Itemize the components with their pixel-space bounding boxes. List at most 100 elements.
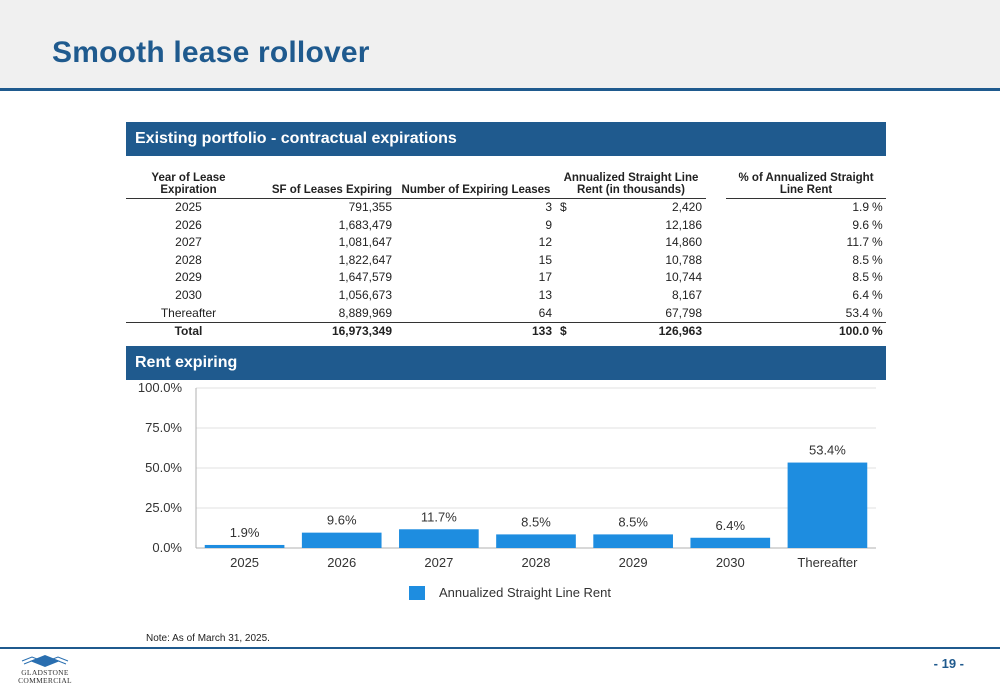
cell-dollar-sign <box>556 252 574 270</box>
logo-text-line2: COMMERCIAL <box>18 676 72 685</box>
table-section-header: Existing portfolio - contractual expirat… <box>126 122 886 156</box>
cell-spacer <box>706 234 726 252</box>
table-row: 2029 1,647,579 17 10,744 8.5% <box>126 269 886 287</box>
expirations-table: Year of Lease Expiration SF of Leases Ex… <box>126 158 887 341</box>
cell-rent: 12,186 <box>665 217 703 232</box>
legend-label: Annualized Straight Line Rent <box>439 585 612 600</box>
cell-pct: 8.5% <box>726 269 886 287</box>
cell-dollar-sign <box>556 217 574 235</box>
table-row: 2027 1,081,647 12 14,860 11.7% <box>126 234 886 252</box>
cell-dollar-sign <box>556 234 574 252</box>
table-row: 2026 1,683,479 9 12,186 9.6% <box>126 217 886 235</box>
cell-sf: 16,973,349 <box>251 322 396 341</box>
bar <box>690 537 771 548</box>
cell-pct-value: 9.6 <box>852 217 870 232</box>
cell-pct-unit: % <box>872 287 883 302</box>
cell-pct-unit: % <box>872 252 883 267</box>
cell-spacer <box>706 287 726 305</box>
page-title: Smooth lease rollover <box>52 36 370 69</box>
data-label: 6.4% <box>715 518 745 533</box>
table-row: 2028 1,822,647 15 10,788 8.5% <box>126 252 886 270</box>
x-tick-label: 2030 <box>716 555 745 570</box>
cell-spacer <box>706 305 726 323</box>
cell-num: 15 <box>538 252 552 267</box>
data-label: 8.5% <box>618 514 648 529</box>
bar <box>496 534 576 548</box>
bar <box>399 529 479 548</box>
cell-num: 3 <box>545 200 552 214</box>
x-tick-label: 2025 <box>230 555 259 570</box>
cell-rent: 67,798 <box>665 305 703 320</box>
cell-spacer <box>706 322 727 341</box>
footer-divider <box>0 647 1000 649</box>
cell-dollar-sign: $ <box>560 200 567 214</box>
data-label: 53.4% <box>809 443 846 458</box>
col-header-rent: Annualized Straight Line Rent (in thousa… <box>556 158 707 199</box>
table-body: 2025 791,355 3 $2,420 1.9% 2026 1,683,479 9 12,1… <box>126 199 887 341</box>
data-label: 1.9% <box>230 525 260 540</box>
cell-pct-unit: % <box>872 305 883 320</box>
page-number: - 19 - <box>933 656 964 671</box>
cell-num: 133 <box>396 322 556 341</box>
cell-num: 12 <box>538 235 552 250</box>
cell-rent: 10,744 <box>665 270 703 285</box>
cell-pct: 1.9% <box>726 199 886 217</box>
y-tick-label: 25.0% <box>145 500 182 515</box>
y-tick-label: 0.0% <box>152 540 182 555</box>
col-header-pct: % of Annualized Straight Line Rent <box>726 158 887 199</box>
data-label: 11.7% <box>421 509 457 524</box>
bar <box>593 534 673 548</box>
cell-dollar-sign: $ <box>556 322 574 341</box>
cell-sf: 1,822,647 <box>338 252 392 267</box>
chart-section-header: Rent expiring <box>126 346 886 380</box>
cell-pct-unit: % <box>872 270 883 285</box>
cell-num: 17 <box>538 270 552 285</box>
x-tick-label: 2026 <box>327 555 356 570</box>
data-label: 8.5% <box>521 514 551 529</box>
cell-pct-value: 8.5 <box>852 270 870 285</box>
cell-spacer <box>706 217 726 235</box>
bar <box>204 544 285 548</box>
cell-dollar-sign <box>556 287 574 305</box>
table-total-row: Total 16,973,349 133 $126,963 100.0% <box>126 322 887 341</box>
cell-year: 2028 <box>175 252 202 267</box>
cell-sf: 791,355 <box>348 200 392 214</box>
bar <box>301 532 382 548</box>
cell-pct-value: 6.4 <box>852 287 870 302</box>
chart-legend: Annualized Straight Line Rent <box>409 585 611 600</box>
cell-pct: 8.5% <box>726 252 886 270</box>
cell-sf: 1,081,647 <box>338 235 392 250</box>
cell-num: 64 <box>538 305 552 320</box>
logo-mark-icon <box>21 655 69 667</box>
x-tick-label: 2029 <box>619 555 648 570</box>
rent-expiring-chart: 0.0% 25.0% 50.0% 75.0% 100.0% 1.9% 2025 9.6% 202… <box>138 380 876 570</box>
cell-year: 2029 <box>175 270 202 285</box>
cell-pct-value: 100.0 <box>838 324 870 339</box>
x-tick-label: Thereafter <box>797 555 858 570</box>
cell-sf: 8,889,969 <box>338 305 392 320</box>
cell-year: Total <box>126 322 251 341</box>
cell-dollar-sign <box>556 269 574 287</box>
cell-rent: 10,788 <box>665 252 703 267</box>
header-band: Smooth lease rollover <box>0 0 1000 91</box>
y-tick-label: 50.0% <box>145 460 182 475</box>
cell-num: 13 <box>538 287 552 302</box>
col-header-year: Year of Lease Expiration <box>126 158 251 199</box>
cell-spacer <box>706 252 726 270</box>
cell-pct: 6.4% <box>726 287 886 305</box>
cell-rent: 8,167 <box>671 287 703 302</box>
cell-spacer <box>706 199 726 217</box>
cell-sf: 1,683,479 <box>338 217 392 232</box>
cell-pct-value: 8.5 <box>852 252 870 267</box>
col-header-sf: SF of Leases Expiring <box>251 158 396 199</box>
cell-pct: 53.4% <box>726 305 886 323</box>
cell-dollar-sign <box>556 305 574 323</box>
cell-year: 2025 <box>175 200 202 214</box>
cell-pct-value: 53.4 <box>845 305 870 320</box>
cell-pct: 100.0% <box>726 322 887 341</box>
cell-year: 2030 <box>175 287 202 302</box>
cell-year: 2027 <box>175 235 202 250</box>
x-tick-label: 2027 <box>424 555 453 570</box>
legend-swatch <box>409 585 425 600</box>
cell-pct-unit: % <box>872 324 883 339</box>
